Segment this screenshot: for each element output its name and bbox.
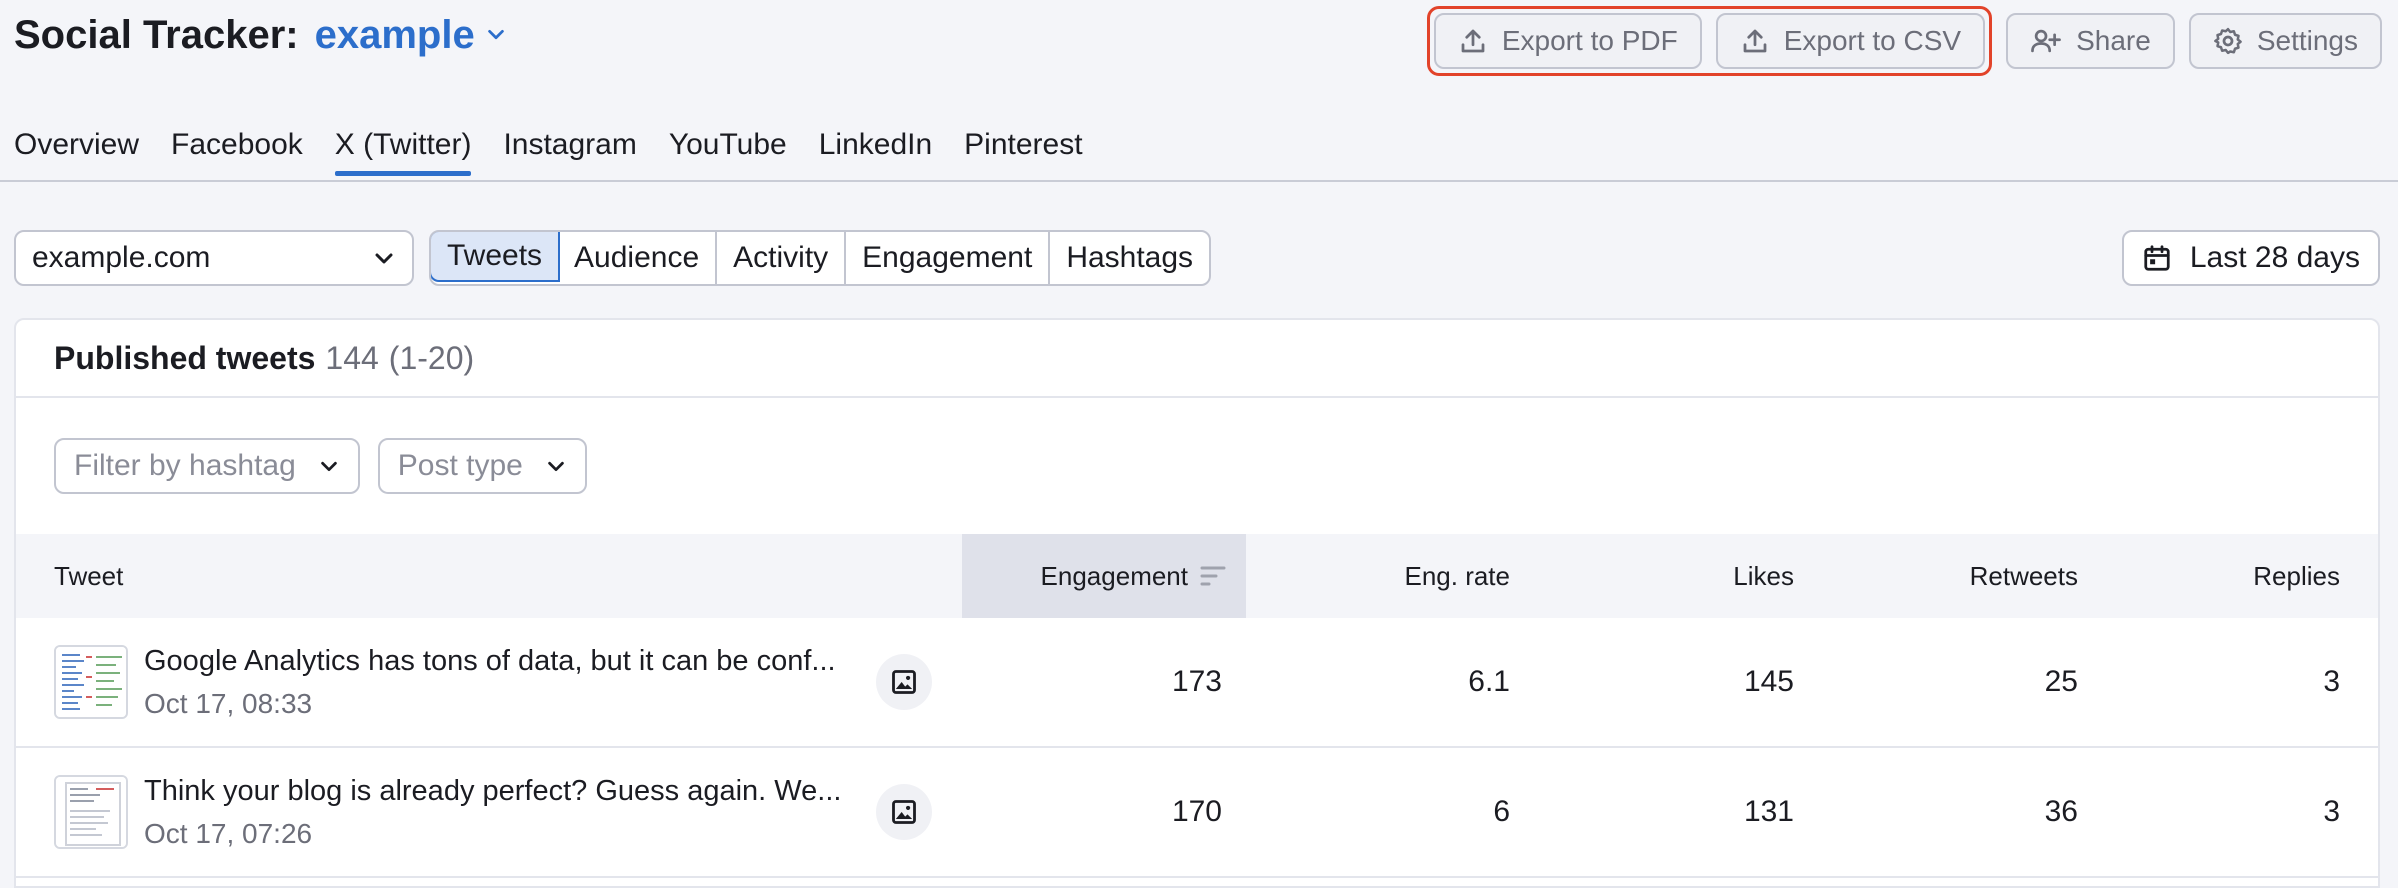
share-button[interactable]: Share xyxy=(2006,13,2175,69)
cell-replies: 3 xyxy=(2323,665,2340,698)
sort-descending-icon xyxy=(1200,566,1226,586)
cell-engagement: 170 xyxy=(1171,795,1222,828)
tweet-range: (1-20) xyxy=(388,339,475,376)
tweet-thumbnail[interactable] xyxy=(54,645,128,719)
chevron-down-icon xyxy=(375,253,393,264)
panel-title: Published tweets xyxy=(54,339,316,376)
date-range-button[interactable]: Last 28 days xyxy=(2121,230,2380,286)
image-media-badge xyxy=(876,784,932,840)
col-header-likes[interactable]: Likes xyxy=(1530,561,1814,592)
chevron-down-icon xyxy=(548,461,564,472)
chevron-down-icon xyxy=(487,29,504,40)
tab-overview[interactable]: Overview xyxy=(14,128,139,172)
hashtag-filter[interactable]: Filter by hashtag xyxy=(54,438,360,494)
cell-retweets: 36 xyxy=(2044,795,2078,828)
tab-linkedin[interactable]: LinkedIn xyxy=(819,128,932,172)
cell-engagement: 173 xyxy=(1171,665,1222,698)
segment-activity[interactable]: Activity xyxy=(717,232,847,284)
segment-audience[interactable]: Audience xyxy=(558,232,718,284)
segment-tweets[interactable]: Tweets xyxy=(431,232,561,282)
tweet-text-link[interactable]: Think your blog is already perfect? Gues… xyxy=(144,775,864,808)
segment-engagement[interactable]: Engagement xyxy=(846,232,1051,284)
add-user-icon xyxy=(2031,29,2062,53)
tweet-text-link[interactable]: Google Analytics has tons of data, but i… xyxy=(144,645,864,678)
export-pdf-button[interactable]: Export to PDF xyxy=(1433,13,1702,69)
tab-x-twitter[interactable]: X (Twitter) xyxy=(334,128,471,176)
gear-icon xyxy=(2213,27,2242,55)
cell-eng-rate: 6.1 xyxy=(1468,665,1510,698)
image-icon xyxy=(892,800,916,824)
tweet-date: Oct 17, 08:33 xyxy=(144,687,313,719)
panel-header: Published tweets 144 (1-20) xyxy=(16,320,2378,398)
share-label: Share xyxy=(2076,25,2151,56)
tab-pinterest[interactable]: Pinterest xyxy=(964,128,1082,172)
export-button-group: Export to PDF Export to CSV xyxy=(1426,6,1993,76)
tab-youtube[interactable]: YouTube xyxy=(669,128,787,172)
domain-value: example.com xyxy=(32,241,211,274)
project-selector[interactable]: example xyxy=(315,13,507,58)
tab-facebook[interactable]: Facebook xyxy=(171,128,303,172)
thumbnail-image xyxy=(56,647,126,717)
filters-bar: Filter by hashtag Post type xyxy=(16,398,2378,534)
upload-icon xyxy=(1743,29,1767,53)
image-media-badge xyxy=(876,654,932,710)
header-actions: Export to PDF Export to CSV Share Settin… xyxy=(1426,6,2382,76)
project-name: example xyxy=(314,12,475,57)
tabs-divider xyxy=(0,180,2398,182)
post-type-filter[interactable]: Post type xyxy=(377,438,587,494)
tab-instagram[interactable]: Instagram xyxy=(503,128,636,172)
published-tweets-panel: Published tweets 144 (1-20) Filter by ha… xyxy=(14,318,2380,888)
col-header-eng-rate[interactable]: Eng. rate xyxy=(1246,561,1530,592)
page-header: Social Tracker: example xyxy=(14,0,507,70)
table-row: Think your blog is already perfect? Gues… xyxy=(16,748,2378,878)
cell-eng-rate: 6 xyxy=(1493,795,1510,828)
tweet-date: Oct 17, 07:26 xyxy=(144,817,313,849)
settings-button[interactable]: Settings xyxy=(2188,13,2382,69)
post-type-filter-placeholder: Post type xyxy=(397,449,523,482)
cell-replies: 3 xyxy=(2323,795,2340,828)
upload-icon xyxy=(1461,29,1485,53)
col-header-replies[interactable]: Replies xyxy=(2098,561,2378,592)
cell-likes: 131 xyxy=(1743,795,1794,828)
tweet-thumbnail[interactable] xyxy=(54,775,128,849)
tweet-count: 144 xyxy=(325,339,379,376)
date-range-label: Last 28 days xyxy=(2189,241,2360,274)
segment-hashtags[interactable]: Hashtags xyxy=(1050,232,1209,284)
col-header-engagement-label: Engagement xyxy=(1040,560,1188,591)
export-pdf-label: Export to PDF xyxy=(1501,25,1678,56)
col-header-engagement[interactable]: Engagement xyxy=(962,534,1246,618)
cell-likes: 145 xyxy=(1743,665,1794,698)
view-segmented-control: Tweets Audience Activity Engagement Hash… xyxy=(429,230,1212,286)
hashtag-filter-placeholder: Filter by hashtag xyxy=(74,449,296,482)
thumbnail-image xyxy=(56,777,126,847)
chevron-down-icon xyxy=(320,461,337,472)
settings-label: Settings xyxy=(2256,25,2358,56)
export-csv-button[interactable]: Export to CSV xyxy=(1715,13,1986,69)
image-icon xyxy=(892,670,916,694)
cell-retweets: 25 xyxy=(2044,665,2078,698)
export-csv-label: Export to CSV xyxy=(1783,25,1962,56)
page-title: Social Tracker: xyxy=(14,12,299,57)
table-header: Tweet Engagement Eng. rate Likes Retweet… xyxy=(16,534,2378,618)
col-header-retweets[interactable]: Retweets xyxy=(1814,561,2098,592)
col-header-tweet[interactable]: Tweet xyxy=(16,561,962,592)
network-tabs: Overview Facebook X (Twitter) Instagram … xyxy=(14,128,1083,176)
domain-select[interactable]: example.com xyxy=(14,230,414,286)
table-row: Google Analytics has tons of data, but i… xyxy=(16,618,2378,748)
calendar-icon xyxy=(2144,245,2170,271)
